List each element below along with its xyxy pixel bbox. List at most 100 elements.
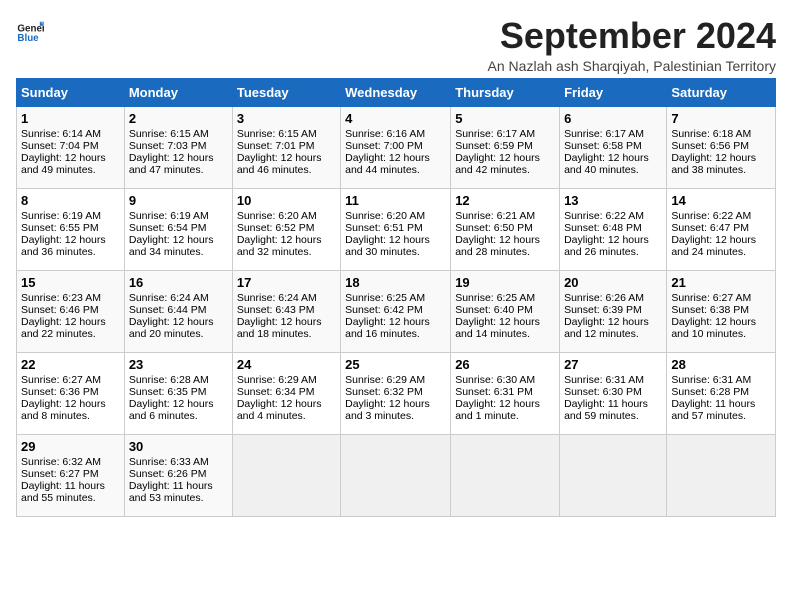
day-number: 28 [671,357,771,372]
daylight-label: Daylight: 12 hours and 34 minutes. [129,234,214,258]
day-number: 10 [237,193,336,208]
daylight-label: Daylight: 11 hours and 55 minutes. [21,480,105,504]
daylight-label: Daylight: 12 hours and 40 minutes. [564,152,649,176]
sunrise-label: Sunrise: 6:26 AM [564,292,644,304]
sunrise-label: Sunrise: 6:32 AM [21,456,101,468]
daylight-label: Daylight: 12 hours and 20 minutes. [129,316,214,340]
calendar-row: 15 Sunrise: 6:23 AM Sunset: 6:46 PM Dayl… [17,270,776,352]
day-cell: 14 Sunrise: 6:22 AM Sunset: 6:47 PM Dayl… [667,188,776,270]
sunrise-label: Sunrise: 6:19 AM [129,210,209,222]
sunrise-label: Sunrise: 6:20 AM [237,210,317,222]
sunset-label: Sunset: 6:30 PM [564,386,642,398]
sunset-label: Sunset: 6:55 PM [21,222,99,234]
daylight-label: Daylight: 12 hours and 22 minutes. [21,316,106,340]
daylight-label: Daylight: 12 hours and 10 minutes. [671,316,756,340]
sunset-label: Sunset: 6:58 PM [564,140,642,152]
daylight-label: Daylight: 12 hours and 12 minutes. [564,316,649,340]
day-cell: 12 Sunrise: 6:21 AM Sunset: 6:50 PM Dayl… [451,188,560,270]
day-number: 26 [455,357,555,372]
sunset-label: Sunset: 6:52 PM [237,222,315,234]
day-number: 30 [129,439,228,454]
daylight-label: Daylight: 12 hours and 6 minutes. [129,398,214,422]
sunset-label: Sunset: 6:32 PM [345,386,423,398]
sunset-label: Sunset: 6:48 PM [564,222,642,234]
logo: General Blue [16,16,44,44]
sunrise-label: Sunrise: 6:25 AM [455,292,535,304]
sunset-label: Sunset: 7:00 PM [345,140,423,152]
sunset-label: Sunset: 6:50 PM [455,222,533,234]
day-number: 3 [237,111,336,126]
day-number: 8 [21,193,120,208]
daylight-label: Daylight: 11 hours and 57 minutes. [671,398,755,422]
col-monday: Monday [124,78,232,106]
calendar-row: 29 Sunrise: 6:32 AM Sunset: 6:27 PM Dayl… [17,434,776,516]
sunrise-label: Sunrise: 6:28 AM [129,374,209,386]
day-cell: 9 Sunrise: 6:19 AM Sunset: 6:54 PM Dayli… [124,188,232,270]
sunset-label: Sunset: 6:35 PM [129,386,207,398]
calendar-row: 8 Sunrise: 6:19 AM Sunset: 6:55 PM Dayli… [17,188,776,270]
col-friday: Friday [560,78,667,106]
sunset-label: Sunset: 6:36 PM [21,386,99,398]
sunrise-label: Sunrise: 6:15 AM [237,128,317,140]
day-cell: 7 Sunrise: 6:18 AM Sunset: 6:56 PM Dayli… [667,106,776,188]
day-cell: 18 Sunrise: 6:25 AM Sunset: 6:42 PM Dayl… [341,270,451,352]
daylight-label: Daylight: 12 hours and 8 minutes. [21,398,106,422]
sunrise-label: Sunrise: 6:15 AM [129,128,209,140]
day-cell: 6 Sunrise: 6:17 AM Sunset: 6:58 PM Dayli… [560,106,667,188]
col-thursday: Thursday [451,78,560,106]
sunrise-label: Sunrise: 6:21 AM [455,210,535,222]
day-number: 19 [455,275,555,290]
empty-cell [232,434,340,516]
logo-icon: General Blue [16,16,44,44]
sunrise-label: Sunrise: 6:25 AM [345,292,425,304]
sunrise-label: Sunrise: 6:18 AM [671,128,751,140]
sunset-label: Sunset: 6:39 PM [564,304,642,316]
day-cell: 8 Sunrise: 6:19 AM Sunset: 6:55 PM Dayli… [17,188,125,270]
day-number: 17 [237,275,336,290]
day-cell: 19 Sunrise: 6:25 AM Sunset: 6:40 PM Dayl… [451,270,560,352]
sunset-label: Sunset: 6:44 PM [129,304,207,316]
sunrise-label: Sunrise: 6:29 AM [237,374,317,386]
day-cell: 3 Sunrise: 6:15 AM Sunset: 7:01 PM Dayli… [232,106,340,188]
sunset-label: Sunset: 6:43 PM [237,304,315,316]
day-number: 14 [671,193,771,208]
day-number: 7 [671,111,771,126]
daylight-label: Daylight: 12 hours and 32 minutes. [237,234,322,258]
sunset-label: Sunset: 6:40 PM [455,304,533,316]
sunrise-label: Sunrise: 6:20 AM [345,210,425,222]
day-number: 6 [564,111,662,126]
daylight-label: Daylight: 12 hours and 44 minutes. [345,152,430,176]
empty-cell [451,434,560,516]
day-number: 27 [564,357,662,372]
calendar-table: Sunday Monday Tuesday Wednesday Thursday… [16,78,776,517]
sunrise-label: Sunrise: 6:23 AM [21,292,101,304]
daylight-label: Daylight: 12 hours and 14 minutes. [455,316,540,340]
daylight-label: Daylight: 12 hours and 49 minutes. [21,152,106,176]
day-cell: 21 Sunrise: 6:27 AM Sunset: 6:38 PM Dayl… [667,270,776,352]
day-cell: 11 Sunrise: 6:20 AM Sunset: 6:51 PM Dayl… [341,188,451,270]
sunset-label: Sunset: 6:31 PM [455,386,533,398]
sunset-label: Sunset: 7:01 PM [237,140,315,152]
sunrise-label: Sunrise: 6:22 AM [564,210,644,222]
sunrise-label: Sunrise: 6:19 AM [21,210,101,222]
daylight-label: Daylight: 12 hours and 42 minutes. [455,152,540,176]
header: General Blue September 2024 An Nazlah as… [16,16,776,74]
day-number: 2 [129,111,228,126]
day-cell: 20 Sunrise: 6:26 AM Sunset: 6:39 PM Dayl… [560,270,667,352]
daylight-label: Daylight: 12 hours and 26 minutes. [564,234,649,258]
day-cell: 16 Sunrise: 6:24 AM Sunset: 6:44 PM Dayl… [124,270,232,352]
day-number: 20 [564,275,662,290]
month-title: September 2024 [488,16,776,56]
day-number: 24 [237,357,336,372]
day-number: 18 [345,275,446,290]
daylight-label: Daylight: 11 hours and 59 minutes. [564,398,648,422]
sunset-label: Sunset: 6:26 PM [129,468,207,480]
day-number: 4 [345,111,446,126]
sunrise-label: Sunrise: 6:16 AM [345,128,425,140]
day-cell: 27 Sunrise: 6:31 AM Sunset: 6:30 PM Dayl… [560,352,667,434]
daylight-label: Daylight: 12 hours and 3 minutes. [345,398,430,422]
daylight-label: Daylight: 12 hours and 1 minute. [455,398,540,422]
sunrise-label: Sunrise: 6:33 AM [129,456,209,468]
sunset-label: Sunset: 6:28 PM [671,386,749,398]
daylight-label: Daylight: 12 hours and 47 minutes. [129,152,214,176]
